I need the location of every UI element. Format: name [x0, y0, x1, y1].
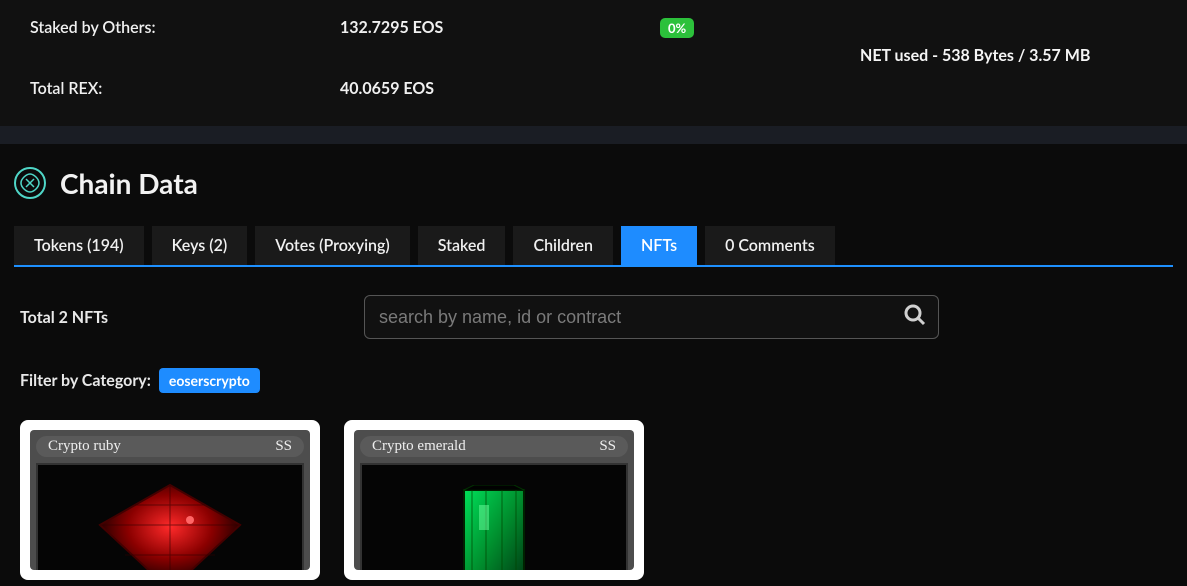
- net-used-text: NET used - 538 Bytes / 3.57 MB: [860, 46, 1090, 98]
- category-chip-eoserscrypto[interactable]: eoserscrypto: [159, 368, 260, 393]
- total-rex-value: 40.0659 EOS: [340, 79, 660, 98]
- section-title: Chain Data: [60, 166, 198, 200]
- total-rex-label: Total REX:: [30, 79, 340, 98]
- filter-label: Filter by Category:: [20, 371, 151, 390]
- total-nfts-label: Total 2 NFTs: [14, 308, 344, 327]
- resource-panel: Staked by Others: Total REX: 132.7295 EO…: [0, 0, 1187, 126]
- tab-nfts[interactable]: NFTs: [621, 226, 697, 265]
- nft-card-rank: SS: [599, 438, 616, 455]
- tab-votes-proxying-[interactable]: Votes (Proxying): [255, 226, 410, 265]
- tabs-row: Tokens (194)Keys (2)Votes (Proxying)Stak…: [14, 226, 1173, 267]
- chain-icon: [14, 167, 46, 199]
- tab-0-comments[interactable]: 0 Comments: [705, 226, 835, 265]
- tab-tokens-194-[interactable]: Tokens (194): [14, 226, 144, 265]
- tab-children[interactable]: Children: [513, 226, 613, 265]
- staked-others-label: Staked by Others:: [30, 18, 340, 37]
- nft-card[interactable]: Crypto emerald SS: [344, 420, 644, 580]
- ruby-gem-icon: [36, 463, 304, 570]
- net-percent-badge: 0%: [660, 18, 694, 38]
- tab-staked[interactable]: Staked: [418, 226, 506, 265]
- nft-card-rank: SS: [275, 438, 292, 455]
- nft-card-name: Crypto ruby: [48, 438, 121, 455]
- nft-card-name: Crypto emerald: [372, 438, 466, 455]
- divider: [0, 126, 1187, 144]
- search-input[interactable]: [364, 295, 939, 339]
- staked-others-value: 132.7295 EOS: [340, 18, 660, 37]
- chain-data-section: Chain Data Tokens (194)Keys (2)Votes (Pr…: [0, 144, 1187, 580]
- tab-keys-2-[interactable]: Keys (2): [152, 226, 248, 265]
- nft-card[interactable]: Crypto ruby SS: [20, 420, 320, 580]
- emerald-gem-icon: [360, 463, 628, 570]
- search-icon[interactable]: [903, 303, 927, 331]
